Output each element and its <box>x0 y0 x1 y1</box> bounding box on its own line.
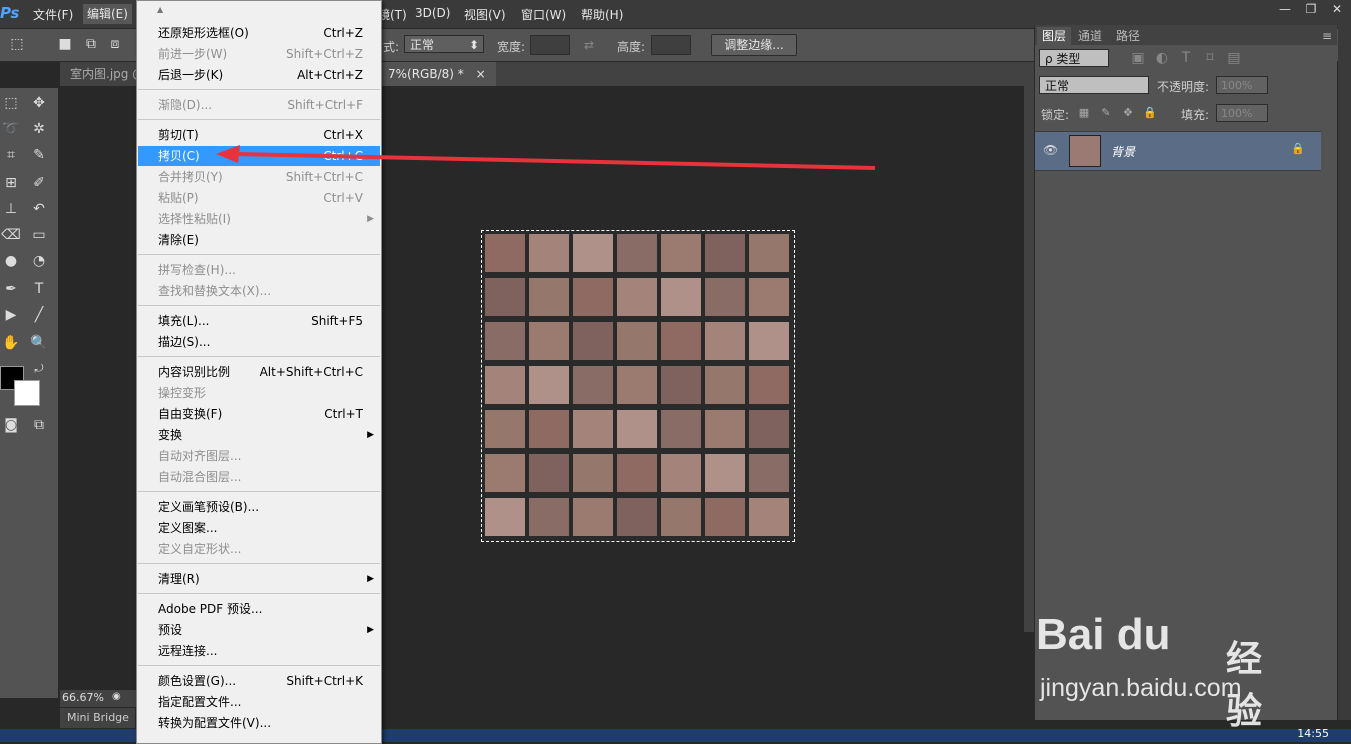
arrow-head <box>216 145 240 163</box>
annotation-arrow <box>216 145 876 170</box>
arrow-shaft <box>234 152 876 170</box>
